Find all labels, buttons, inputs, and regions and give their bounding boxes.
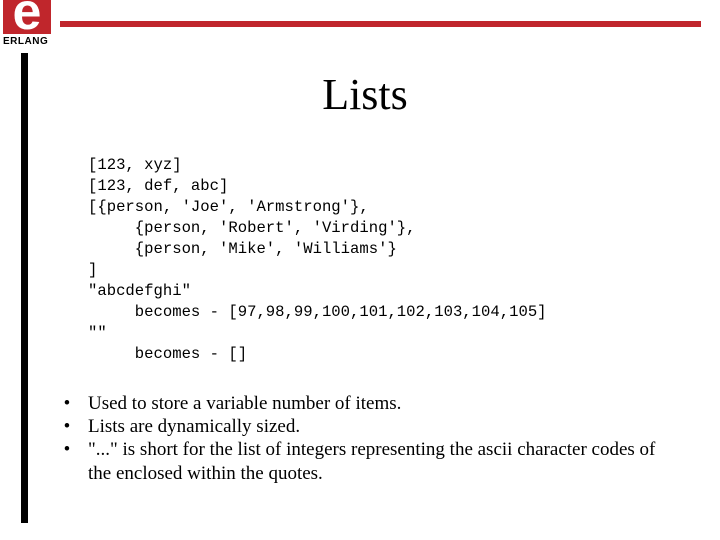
header-rule <box>60 21 701 27</box>
erlang-logo: e ERLANG <box>3 0 53 48</box>
code-block: [123, xyz] [123, def, abc] [{person, 'Joe'… <box>88 155 547 365</box>
code-line: ] <box>88 261 98 279</box>
bullet-text: Lists are dynamically sized. <box>88 416 301 437</box>
bullet-icon: • <box>63 416 71 437</box>
logo-wordmark: ERLANG <box>3 36 49 47</box>
bullet-list: • Used to store a variable number of ite… <box>57 392 657 485</box>
code-line: "abcdefghi" <box>88 282 191 300</box>
bullet-text: "..." is short for the list of integers … <box>88 439 656 484</box>
bullet-icon: • <box>63 393 71 414</box>
erlang-e-icon: e <box>3 0 51 34</box>
code-line: becomes - [97,98,99,100,101,102,103,104,… <box>88 303 547 321</box>
slide-title: Lists <box>322 70 408 119</box>
side-rule <box>21 53 28 523</box>
bullet-item: • "..." is short for the list of integer… <box>57 438 657 486</box>
code-line: [123, def, abc] <box>88 177 229 195</box>
code-line: {person, 'Mike', 'Williams'} <box>88 240 397 258</box>
bullet-item: • Used to store a variable number of ite… <box>57 392 657 416</box>
bullet-text: Used to store a variable number of items… <box>88 393 402 414</box>
code-line: [{person, 'Joe', 'Armstrong'}, <box>88 198 369 216</box>
bullet-item: • Lists are dynamically sized. <box>57 415 657 439</box>
code-line: "" <box>88 324 107 342</box>
logo-glyph: e <box>12 0 42 34</box>
code-line: {person, 'Robert', 'Virding'}, <box>88 219 416 237</box>
code-line: becomes - [] <box>88 345 248 363</box>
code-line: [123, xyz] <box>88 156 182 174</box>
bullet-icon: • <box>63 439 71 460</box>
